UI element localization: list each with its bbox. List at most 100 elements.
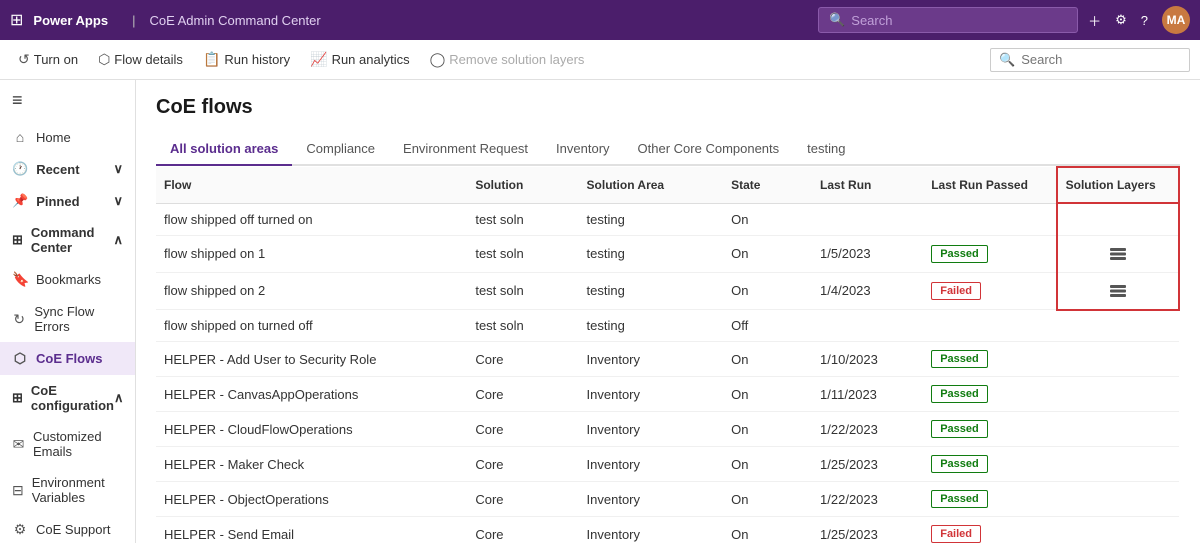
table-row: HELPER - ObjectOperationsCoreInventoryOn… <box>156 482 1179 517</box>
failed-badge: Failed <box>931 282 981 300</box>
cell-solution: Core <box>467 412 578 447</box>
tab-environment-request[interactable]: Environment Request <box>389 133 542 166</box>
flow-details-icon: ⬡ <box>98 51 110 68</box>
flows-table: Flow Solution Solution Area State Last R… <box>156 166 1180 543</box>
top-bar: ⊞ Power Apps | CoE Admin Command Center … <box>0 0 1200 40</box>
table-row: flow shipped on 1test solntestingOn1/5/2… <box>156 235 1179 272</box>
cell-lastrun: 1/5/2023 <box>812 235 923 272</box>
command-search-box[interactable]: 🔍 <box>990 48 1190 72</box>
passed-badge: Passed <box>931 420 988 438</box>
coeflows-icon: ⬡ <box>12 350 28 367</box>
cell-area: testing <box>579 203 724 235</box>
sidebar-section-recent[interactable]: 🕐 Recent ∨ <box>0 153 135 185</box>
add-icon[interactable]: ＋ <box>1088 11 1101 30</box>
th-passed: Last Run Passed <box>923 167 1056 203</box>
cell-state: On <box>723 203 812 235</box>
cell-area: Inventory <box>579 412 724 447</box>
table-row: HELPER - Send EmailCoreInventoryOn1/25/2… <box>156 517 1179 543</box>
sidebar-item-envvariables[interactable]: ⊟ Environment Variables <box>0 467 135 513</box>
tab-compliance[interactable]: Compliance <box>292 133 389 166</box>
cell-state: Off <box>723 310 812 342</box>
support-icon: ⚙ <box>12 521 28 538</box>
sidebar-toggle[interactable]: ≡ <box>0 80 135 121</box>
turn-on-icon: ↺ <box>18 51 30 68</box>
pinned-chevron: ∨ <box>113 193 123 209</box>
commandcenter-icon: ⊞ <box>12 232 23 248</box>
settings-icon[interactable]: ⚙ <box>1115 12 1127 28</box>
cell-lastrun: 1/10/2023 <box>812 342 923 377</box>
help-icon[interactable]: ? <box>1141 13 1148 28</box>
top-bar-actions: ＋ ⚙ ? MA <box>1088 6 1190 34</box>
cell-area: Inventory <box>579 482 724 517</box>
cell-area: testing <box>579 310 724 342</box>
sidebar-item-home[interactable]: ⌂ Home <box>0 121 135 153</box>
cell-state: On <box>723 235 812 272</box>
cell-passed: Passed <box>923 412 1056 447</box>
th-flow: Flow <box>156 167 467 203</box>
app-name: Power Apps <box>33 13 108 28</box>
table-row: HELPER - CanvasAppOperationsCoreInventor… <box>156 377 1179 412</box>
cell-area: testing <box>579 235 724 272</box>
tab-other-core-components[interactable]: Other Core Components <box>624 133 794 166</box>
sidebar-section-commandcenter[interactable]: ⊞ Command Center ∧ <box>0 217 135 263</box>
table-header-row: Flow Solution Solution Area State Last R… <box>156 167 1179 203</box>
cell-layers <box>1057 517 1179 543</box>
sidebar-section-coeconfig[interactable]: ⊞ CoE configuration ∧ <box>0 375 135 421</box>
sidebar-item-coeflows[interactable]: ⬡ CoE Flows <box>0 342 135 375</box>
cell-flow: HELPER - Send Email <box>156 517 467 543</box>
remove-solution-button[interactable]: ◯ Remove solution layers <box>422 47 593 72</box>
cell-state: On <box>723 342 812 377</box>
remove-solution-icon: ◯ <box>430 51 446 68</box>
cell-state: On <box>723 377 812 412</box>
turn-on-button[interactable]: ↺ Turn on <box>10 47 86 72</box>
sidebar-item-customizedemails[interactable]: ✉ Customized Emails <box>0 421 135 467</box>
passed-badge: Passed <box>931 385 988 403</box>
table-row: flow shipped on 2test solntestingOn1/4/2… <box>156 272 1179 310</box>
cell-flow: HELPER - Add User to Security Role <box>156 342 467 377</box>
grid-icon[interactable]: ⊞ <box>10 10 23 30</box>
emails-icon: ✉ <box>12 436 25 453</box>
flow-details-button[interactable]: ⬡ Flow details <box>90 47 191 72</box>
table-row: flow shipped on turned offtest solntesti… <box>156 310 1179 342</box>
table-row: HELPER - Maker CheckCoreInventoryOn1/25/… <box>156 447 1179 482</box>
env-name: CoE Admin Command Center <box>149 13 808 28</box>
cell-solution: Core <box>467 517 578 543</box>
run-history-icon: 📋 <box>203 51 220 68</box>
th-solution: Solution <box>467 167 578 203</box>
cell-passed: Passed <box>923 482 1056 517</box>
avatar[interactable]: MA <box>1162 6 1190 34</box>
coeconfig-icon: ⊞ <box>12 390 23 406</box>
cell-area: Inventory <box>579 517 724 543</box>
command-bar: ↺ Turn on ⬡ Flow details 📋 Run history 📈… <box>0 40 1200 80</box>
cell-layers <box>1057 377 1179 412</box>
cell-lastrun: 1/22/2023 <box>812 412 923 447</box>
cell-passed <box>923 203 1056 235</box>
layers-stack-icon[interactable] <box>1066 244 1170 264</box>
top-search-box[interactable]: 🔍 <box>818 7 1078 33</box>
cell-area: Inventory <box>579 377 724 412</box>
sidebar-item-syncflowerrors[interactable]: ↻ Sync Flow Errors <box>0 296 135 342</box>
top-search-input[interactable] <box>851 13 1067 28</box>
sidebar-item-coesupport[interactable]: ⚙ CoE Support <box>0 513 135 543</box>
run-analytics-button[interactable]: 📈 Run analytics <box>302 47 417 72</box>
cell-flow: HELPER - Maker Check <box>156 447 467 482</box>
th-area: Solution Area <box>579 167 724 203</box>
cell-state: On <box>723 272 812 310</box>
cell-solution: test soln <box>467 235 578 272</box>
divider: | <box>132 13 135 28</box>
tab-inventory[interactable]: Inventory <box>542 133 623 166</box>
tab-testing[interactable]: testing <box>793 133 859 166</box>
sidebar-section-pinned[interactable]: 📌 Pinned ∨ <box>0 185 135 217</box>
recent-icon: 🕐 <box>12 161 28 177</box>
tab-all-solution-areas[interactable]: All solution areas <box>156 133 292 166</box>
layers-stack-icon[interactable] <box>1066 281 1170 301</box>
tab-bar: All solution areas Compliance Environmen… <box>156 133 1180 166</box>
run-history-button[interactable]: 📋 Run history <box>195 47 298 72</box>
cell-layers <box>1057 482 1179 517</box>
cell-lastrun <box>812 203 923 235</box>
command-search-input[interactable] <box>1021 52 1181 67</box>
sidebar-item-bookmarks[interactable]: 🔖 Bookmarks <box>0 263 135 296</box>
cell-state: On <box>723 482 812 517</box>
cell-flow: flow shipped on turned off <box>156 310 467 342</box>
cell-passed: Passed <box>923 447 1056 482</box>
